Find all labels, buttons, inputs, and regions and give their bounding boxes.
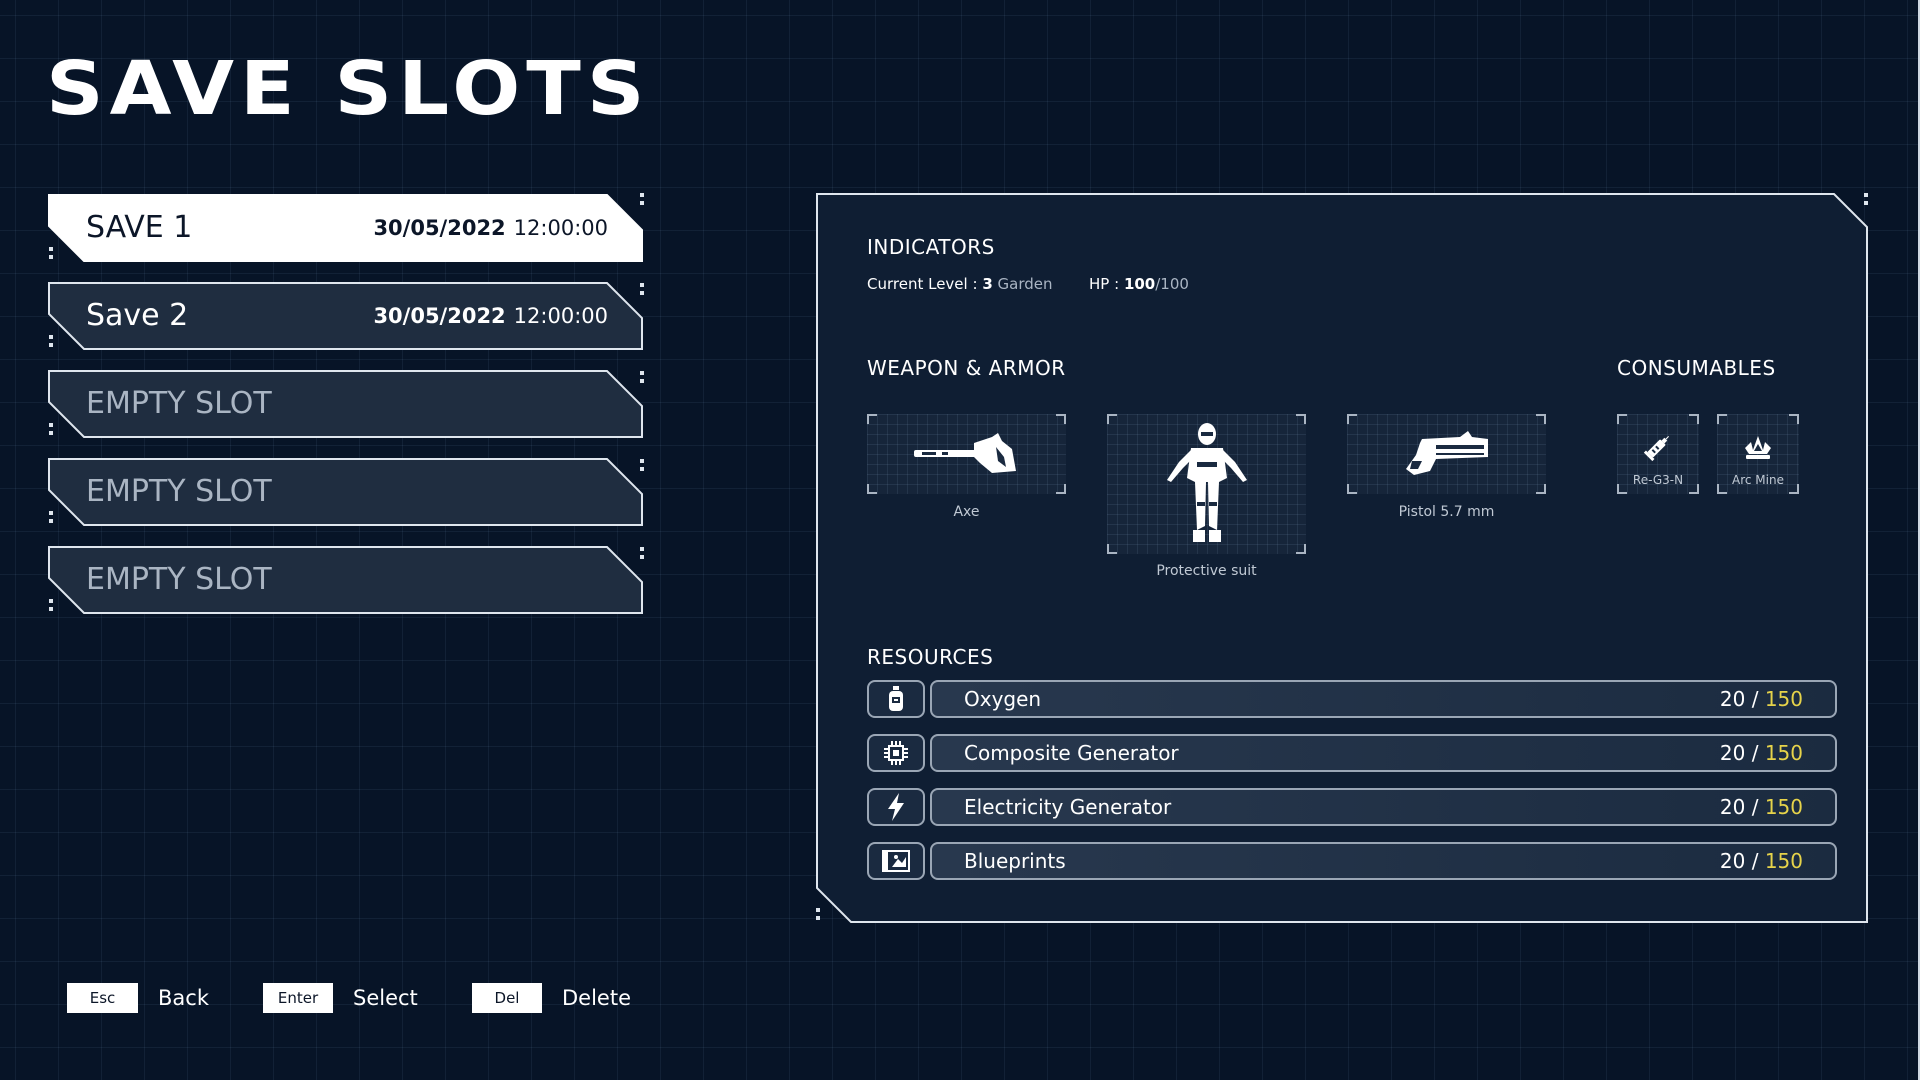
resource-current: 20 bbox=[1719, 687, 1746, 711]
resource-max: 150 bbox=[1764, 741, 1803, 765]
resource-max: 150 bbox=[1764, 849, 1803, 873]
indicators-title: INDICATORS bbox=[867, 235, 995, 259]
slot-label: EMPTY SLOT bbox=[86, 474, 272, 509]
consumable-slot-arc-mine[interactable]: Arc Mine bbox=[1717, 414, 1799, 494]
enter-key-button[interactable]: Enter bbox=[263, 983, 333, 1013]
lightning-icon bbox=[888, 793, 904, 821]
save-slot-4[interactable]: EMPTY SLOT bbox=[48, 457, 644, 527]
resource-row-blueprints: Blueprints 20 / 150 bbox=[930, 842, 1837, 880]
esc-key-button[interactable]: Esc bbox=[67, 983, 138, 1013]
resource-icon-box bbox=[867, 734, 925, 772]
corner-dots bbox=[816, 908, 820, 920]
resource-row-composite-generator: Composite Generator 20 / 150 bbox=[930, 734, 1837, 772]
resource-separator: / bbox=[1745, 795, 1765, 819]
corner-dots bbox=[640, 459, 644, 471]
corner-dots bbox=[640, 547, 644, 559]
resource-name: Blueprints bbox=[964, 849, 1066, 873]
arc-mine-icon bbox=[1745, 436, 1771, 459]
slot-label: SAVE 1 bbox=[86, 210, 193, 245]
resource-max: 150 bbox=[1764, 795, 1803, 819]
pistol-icon bbox=[1405, 431, 1488, 475]
resource-current: 20 bbox=[1719, 741, 1746, 765]
corner-dots bbox=[640, 371, 644, 383]
hp-label: HP : bbox=[1089, 275, 1120, 293]
save-details-panel: INDICATORS Current Level : 3 Garden HP :… bbox=[816, 193, 1868, 923]
blueprint-icon bbox=[882, 850, 910, 872]
resource-row-electricity-generator: Electricity Generator 20 / 150 bbox=[930, 788, 1837, 826]
delete-action-label[interactable]: Delete bbox=[562, 983, 631, 1013]
resource-icon-box bbox=[867, 680, 925, 718]
slot-time: 12:00:00 bbox=[513, 304, 608, 328]
resource-separator: / bbox=[1745, 741, 1765, 765]
corner-dots bbox=[49, 599, 53, 611]
resource-value: 20 / 150 bbox=[1720, 736, 1803, 770]
save-slot-2[interactable]: Save 2 30/05/2022 12:00:00 bbox=[48, 281, 644, 351]
slot-time: 12:00:00 bbox=[513, 216, 608, 240]
level-label: Current Level : bbox=[867, 275, 978, 293]
current-level: Current Level : 3 Garden bbox=[867, 275, 1053, 293]
back-action-label[interactable]: Back bbox=[158, 983, 209, 1013]
weapon-armor-title: WEAPON & ARMOR bbox=[867, 356, 1066, 380]
slot-label: EMPTY SLOT bbox=[86, 562, 272, 597]
slot-date: 30/05/2022 bbox=[373, 304, 506, 328]
resource-icon-box bbox=[867, 788, 925, 826]
save-slots-screen: SAVE SLOTS SAVE 1 30/05/2022 12:00:00 Sav… bbox=[0, 0, 1920, 1080]
corner-dots bbox=[1864, 193, 1868, 205]
level-value: 3 bbox=[982, 275, 993, 293]
page-title: SAVE SLOTS bbox=[46, 45, 651, 132]
consumable-slot-reg3n[interactable]: Re-G3-N bbox=[1617, 414, 1699, 494]
item-caption: Axe bbox=[953, 504, 980, 520]
weapon-slot-axe[interactable] bbox=[867, 414, 1066, 494]
corner-dots bbox=[640, 193, 644, 205]
consumables-title: CONSUMABLES bbox=[1617, 356, 1776, 380]
resource-icon-box bbox=[867, 842, 925, 880]
consumable-caption: Arc Mine bbox=[1732, 473, 1784, 487]
corner-dots bbox=[640, 283, 644, 295]
level-name: Garden bbox=[997, 275, 1053, 293]
axe-icon bbox=[913, 433, 1016, 473]
resource-separator: / bbox=[1745, 687, 1765, 711]
corner-dots bbox=[49, 335, 53, 347]
del-key-button[interactable]: Del bbox=[472, 983, 542, 1013]
slot-label: Save 2 bbox=[86, 298, 189, 333]
resource-max: 150 bbox=[1764, 687, 1803, 711]
hp-max: /100 bbox=[1155, 275, 1189, 293]
slot-label: EMPTY SLOT bbox=[86, 386, 272, 421]
resource-value: 20 / 150 bbox=[1720, 790, 1803, 824]
resource-name: Electricity Generator bbox=[964, 795, 1172, 819]
corner-dots bbox=[49, 247, 53, 259]
resources-title: RESOURCES bbox=[867, 645, 994, 669]
select-action-label[interactable]: Select bbox=[353, 983, 418, 1013]
armor-slot-suit[interactable] bbox=[1107, 414, 1306, 554]
resource-row-oxygen: Oxygen 20 / 150 bbox=[930, 680, 1837, 718]
item-caption: Protective suit bbox=[1156, 563, 1257, 579]
save-slot-3[interactable]: EMPTY SLOT bbox=[48, 369, 644, 439]
resource-name: Oxygen bbox=[964, 687, 1042, 711]
save-slot-1[interactable]: SAVE 1 30/05/2022 12:00:00 bbox=[48, 193, 644, 263]
resource-value: 20 / 150 bbox=[1720, 844, 1803, 878]
consumable-caption: Re-G3-N bbox=[1632, 473, 1684, 487]
item-caption: Pistol 5.7 mm bbox=[1398, 504, 1495, 520]
hp-indicator: HP : 100/100 bbox=[1089, 275, 1189, 293]
resource-value: 20 / 150 bbox=[1720, 682, 1803, 716]
weapon-slot-pistol[interactable] bbox=[1347, 414, 1546, 494]
resource-separator: / bbox=[1745, 849, 1765, 873]
oxygen-tank-icon bbox=[889, 686, 903, 711]
slot-timestamp: 30/05/2022 12:00:00 bbox=[373, 281, 608, 351]
save-slot-5[interactable]: EMPTY SLOT bbox=[48, 545, 644, 615]
corner-dots bbox=[49, 511, 53, 523]
resource-name: Composite Generator bbox=[964, 741, 1179, 765]
corner-dots bbox=[49, 423, 53, 435]
chip-icon bbox=[884, 741, 908, 765]
slot-timestamp: 30/05/2022 12:00:00 bbox=[373, 193, 608, 263]
resource-current: 20 bbox=[1719, 795, 1746, 819]
hp-current: 100 bbox=[1123, 275, 1156, 293]
resource-current: 20 bbox=[1719, 849, 1746, 873]
protective-suit-icon bbox=[1166, 423, 1247, 542]
slot-date: 30/05/2022 bbox=[373, 216, 506, 240]
syringe-icon bbox=[1643, 436, 1669, 462]
